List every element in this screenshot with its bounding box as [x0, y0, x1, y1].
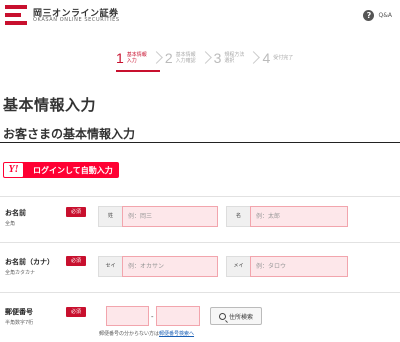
chevron-right-icon [199, 50, 211, 66]
zip-help-text: 郵便番号の分からない方は [99, 331, 160, 337]
kana-label: お名前（カナ） [5, 258, 54, 266]
step-1: 1 基本情報 入力 [116, 50, 147, 66]
step-2: 2 基本情報 入力確認 [165, 50, 196, 66]
active-step-indicator [116, 70, 160, 72]
row-divider [0, 242, 400, 243]
first-kana-input[interactable] [250, 256, 348, 277]
name-label: お名前 [5, 209, 26, 217]
first-name-field: 名 [226, 206, 348, 227]
address-search-button[interactable]: 住所検索 [210, 307, 262, 325]
zip-hint: 半角数字7桁 [5, 320, 34, 326]
progress-steps: 1 基本情報 入力 2 基本情報 入力確認 3 規程方法 選択 4 受付完了 [116, 50, 293, 66]
step-label: 基本情報 入力確認 [175, 52, 196, 64]
yahoo-logo-icon: Y! [4, 163, 23, 177]
first-kana-field: メイ [226, 256, 348, 277]
chevron-right-icon [150, 50, 162, 66]
zip-second-input[interactable] [156, 306, 200, 326]
zip-separator: - [151, 313, 154, 321]
step-number: 1 [116, 50, 124, 66]
zip-search-link[interactable]: 郵便番号検索へ [159, 331, 194, 337]
zip-label: 郵便番号 [5, 308, 33, 316]
yahoo-login-autofill-button[interactable]: Y! ログインして自動入力 [3, 162, 119, 178]
required-badge: 必須 [66, 256, 86, 266]
step-number: 4 [262, 50, 271, 66]
first-kana-prefix: メイ [226, 256, 250, 277]
section-title: お客さまの基本情報入力 [3, 127, 136, 141]
step-3: 3 規程方法 選択 [214, 50, 245, 66]
name-hint: 全角 [5, 221, 16, 227]
first-name-prefix: 名 [226, 206, 250, 227]
chevron-right-icon [247, 50, 259, 66]
brand-subtitle: OKASAN ONLINE SECURITIES [33, 17, 120, 23]
brand-logo [5, 5, 27, 25]
last-kana-input[interactable] [122, 256, 218, 277]
qa-label: Q&A [378, 12, 392, 19]
first-name-input[interactable] [250, 206, 348, 227]
step-number: 2 [164, 50, 173, 66]
last-name-prefix: 姓 [98, 206, 122, 227]
logo-bar [5, 21, 27, 25]
question-icon: ? [363, 10, 375, 21]
last-name-input[interactable] [122, 206, 218, 227]
last-kana-prefix: セイ [98, 256, 122, 277]
row-divider [0, 292, 400, 293]
zip-help-note: 郵便番号の分からない方は郵便番号検索へ [99, 330, 194, 337]
required-badge: 必須 [66, 207, 86, 217]
logo-bar [5, 5, 27, 9]
row-divider [0, 196, 400, 197]
qa-link[interactable]: ? Q&A [363, 10, 392, 21]
kana-hint: 全角カタカナ [5, 270, 36, 276]
search-icon [218, 312, 226, 320]
yahoo-button-label: ログインして自動入力 [33, 165, 113, 175]
last-name-field: 姓 [98, 206, 218, 227]
step-4: 4 受付完了 [262, 50, 293, 66]
zip-first-input[interactable] [106, 306, 149, 326]
step-number: 3 [213, 50, 222, 66]
step-label: 受付完了 [273, 55, 294, 61]
step-label: 規程方法 選択 [224, 52, 245, 64]
page-title: 基本情報入力 [3, 96, 97, 114]
section-divider [0, 142, 400, 143]
required-badge: 必須 [66, 307, 86, 317]
last-kana-field: セイ [98, 256, 218, 277]
step-label: 基本情報 入力 [126, 52, 147, 64]
address-search-label: 住所検索 [228, 313, 253, 321]
logo-bar [5, 13, 21, 17]
